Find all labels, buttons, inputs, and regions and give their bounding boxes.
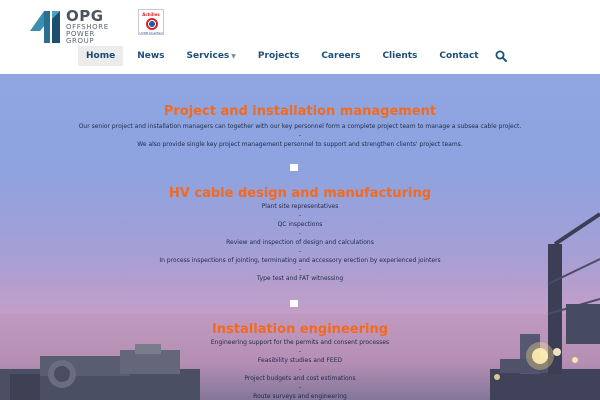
opg-logo-mark-icon	[30, 11, 60, 43]
section-divider	[290, 164, 298, 171]
section-line: Engineering support for the permits and …	[210, 339, 390, 346]
section-line: QC inspections	[277, 221, 323, 228]
section-line: Plant site representatives	[261, 203, 339, 210]
line-separator: -	[298, 266, 302, 273]
badge-top-text: Achilles	[142, 12, 160, 17]
nav-item-services-label: Services	[186, 51, 230, 61]
section-line: Feasibility studies and FEED	[257, 357, 343, 364]
logo-abbr: OPG	[66, 7, 104, 25]
section-line: Review and inspection of design and calc…	[226, 239, 374, 246]
section-title: Installation engineering	[211, 322, 389, 337]
section-line: Route surveys and engineering	[253, 393, 347, 400]
logo-line-3: GROUP	[66, 37, 95, 45]
section-project-management: Project and installation management Our …	[0, 104, 600, 149]
line-separator: -	[298, 348, 302, 355]
nav-item-careers[interactable]: Careers	[313, 46, 368, 66]
nav-item-clients[interactable]: Clients	[374, 46, 425, 66]
logo-wordmark: OPG OFFSHORE POWER GROUP	[66, 9, 109, 45]
section-line: Our senior project and installation mana…	[78, 123, 522, 130]
main-navigation: Home News Services ▼ Projects Careers Cli…	[78, 46, 493, 66]
section-title: HV cable design and manufacturing	[168, 186, 432, 201]
badge-dot-icon	[149, 21, 155, 27]
line-separator: -	[298, 384, 302, 391]
search-icon[interactable]	[495, 50, 507, 62]
opg-logo[interactable]: OPG OFFSHORE POWER GROUP	[30, 7, 122, 45]
nav-item-projects[interactable]: Projects	[250, 46, 307, 66]
nav-item-services[interactable]: Services ▼	[179, 46, 244, 66]
section-title: Project and installation management	[163, 104, 437, 119]
line-separator: -	[298, 230, 302, 237]
achilles-badge: Achilles UVDB Qualified	[138, 9, 164, 35]
section-line: We also provide single key project manag…	[137, 141, 463, 148]
nav-item-home[interactable]: Home	[78, 46, 124, 66]
section-line: Project budgets and cost estimations	[244, 375, 356, 382]
line-separator: -	[298, 212, 302, 219]
section-line: In process inspections of jointing, term…	[159, 257, 441, 264]
line-separator: -	[298, 366, 302, 373]
badge-bottom-text: UVDB Qualified	[139, 31, 163, 35]
line-separator: -	[298, 132, 302, 139]
hero-banner: Project and installation management Our …	[0, 74, 600, 400]
section-divider	[290, 300, 298, 307]
section-hv-cable-design: HV cable design and manufacturing Plant …	[0, 186, 600, 283]
section-line: Type test and FAT witnessing	[256, 275, 344, 282]
chevron-down-icon: ▼	[231, 53, 236, 60]
nav-item-contact[interactable]: Contact	[431, 46, 486, 66]
nav-item-news[interactable]: News	[129, 46, 172, 66]
section-installation-engineering: Installation engineering Engineering sup…	[0, 322, 600, 400]
site-header: OPG OFFSHORE POWER GROUP Achilles UVDB Q…	[0, 0, 600, 74]
line-separator: -	[298, 248, 302, 255]
